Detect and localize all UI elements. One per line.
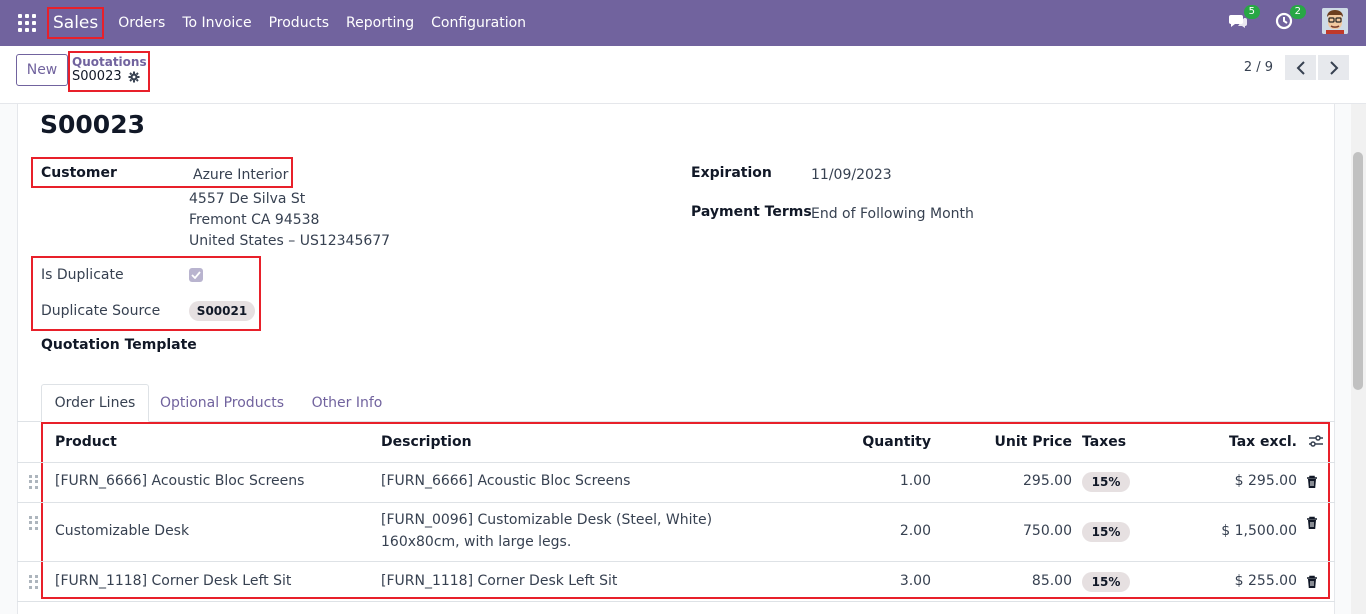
tab-optional-products[interactable]: Optional Products	[157, 384, 287, 422]
payment-terms-label: Payment Terms	[691, 204, 812, 220]
row-separator	[17, 601, 1335, 602]
row3-quantity[interactable]: 3.00	[831, 571, 931, 592]
column-header-description[interactable]: Description	[381, 434, 472, 450]
tab-order-lines[interactable]: Order Lines	[41, 384, 149, 422]
row1-description[interactable]: [FURN_6666] Acoustic Bloc Screens	[381, 471, 630, 492]
pager-next-button[interactable]	[1318, 55, 1349, 80]
scrollbar-thumb[interactable]	[1353, 152, 1363, 390]
column-header-tax-excl[interactable]: Tax excl.	[1187, 434, 1297, 450]
drag-handle-icon[interactable]	[29, 516, 39, 530]
row2-quantity[interactable]: 2.00	[831, 521, 931, 542]
customer-label: Customer	[41, 165, 117, 181]
is-duplicate-label: Is Duplicate	[41, 267, 124, 283]
breadcrumb-quotations-link[interactable]: Quotations	[72, 55, 148, 69]
drag-handle-icon[interactable]	[29, 475, 39, 489]
activities-count-badge: 2	[1289, 5, 1306, 19]
quotation-template-label: Quotation Template	[41, 337, 197, 353]
apps-grid-icon[interactable]	[18, 14, 36, 32]
row2-description-line2[interactable]: 160x80cm, with large legs.	[381, 532, 571, 553]
pager: 2 / 9	[1244, 55, 1349, 80]
payment-terms-field[interactable]: End of Following Month	[811, 206, 974, 222]
row1-tax-tag[interactable]: 15%	[1082, 472, 1130, 492]
is-duplicate-checkbox[interactable]	[189, 268, 203, 282]
row2-product[interactable]: Customizable Desk	[55, 521, 189, 542]
menu-configuration[interactable]: Configuration	[431, 15, 526, 31]
row3-subtotal: $ 255.00	[1234, 573, 1297, 589]
record-title: S00023	[40, 110, 145, 139]
row3-unit-price[interactable]: 85.00	[962, 571, 1072, 592]
tab-other-info[interactable]: Other Info	[305, 384, 389, 422]
row2-subtotal: $ 1,500.00	[1221, 523, 1297, 539]
expiration-field[interactable]: 11/09/2023	[811, 167, 892, 183]
row2-unit-price[interactable]: 750.00	[962, 521, 1072, 542]
gear-icon[interactable]	[128, 71, 140, 83]
messages-button[interactable]: 5	[1226, 5, 1260, 33]
menu-reporting[interactable]: Reporting	[346, 15, 414, 31]
app-brand-sales[interactable]: Sales	[47, 7, 105, 39]
menu-to-invoice[interactable]: To Invoice	[182, 15, 251, 31]
duplicate-source-tag[interactable]: S00021	[189, 301, 255, 321]
checkmark-icon	[191, 271, 201, 279]
row1-unit-price[interactable]: 295.00	[962, 471, 1072, 492]
row1-quantity[interactable]: 1.00	[831, 471, 931, 492]
table-header-separator	[17, 462, 1335, 463]
row-separator	[17, 561, 1335, 562]
chevron-right-icon	[1329, 60, 1338, 75]
row3-tax-tag[interactable]: 15%	[1082, 572, 1130, 592]
breadcrumb: Quotations S00023	[68, 51, 150, 92]
row3-product[interactable]: [FURN_1118] Corner Desk Left Sit	[55, 571, 291, 592]
row1-subtotal: $ 295.00	[1234, 473, 1297, 489]
column-header-taxes[interactable]: Taxes	[1082, 434, 1126, 450]
new-button[interactable]: New	[16, 54, 68, 86]
row1-product[interactable]: [FURN_6666] Acoustic Bloc Screens	[55, 471, 304, 492]
top-navbar: Sales Orders To Invoice Products Reporti…	[0, 0, 1366, 46]
chevron-left-icon	[1296, 60, 1305, 75]
drag-handle-icon[interactable]	[29, 575, 39, 589]
column-header-unit-price[interactable]: Unit Price	[962, 434, 1072, 450]
customer-address-line2: Fremont CA 94538	[189, 212, 320, 228]
user-avatar-icon	[1322, 8, 1348, 34]
column-header-quantity[interactable]: Quantity	[831, 434, 931, 450]
trash-icon[interactable]	[1306, 516, 1318, 530]
menu-orders[interactable]: Orders	[118, 15, 165, 31]
expiration-label: Expiration	[691, 165, 772, 181]
duplicate-source-label: Duplicate Source	[41, 303, 161, 319]
row2-description-line1[interactable]: [FURN_0096] Customizable Desk (Steel, Wh…	[381, 510, 712, 531]
notebook-tabs: Order Lines Optional Products Other Info	[17, 384, 1335, 422]
column-settings-icon[interactable]	[1308, 434, 1324, 448]
customer-address-line3: United States – US12345677	[189, 233, 391, 249]
control-panel: New Quotations S00023 2 / 9	[0, 46, 1366, 104]
row2-tax-tag[interactable]: 15%	[1082, 522, 1130, 542]
column-header-product[interactable]: Product	[55, 434, 117, 450]
pager-value[interactable]: 2 / 9	[1244, 60, 1273, 75]
activities-button[interactable]: 2	[1272, 5, 1306, 33]
trash-icon[interactable]	[1306, 575, 1318, 589]
customer-address-line1: 4557 De Silva St	[189, 191, 306, 207]
row3-description[interactable]: [FURN_1118] Corner Desk Left Sit	[381, 571, 617, 592]
user-avatar[interactable]	[1322, 8, 1348, 34]
menu-products[interactable]: Products	[269, 15, 329, 31]
pager-previous-button[interactable]	[1285, 55, 1316, 80]
customer-field[interactable]: Azure Interior	[193, 167, 288, 183]
navbar-systray: 5 2	[1204, 5, 1348, 34]
trash-icon[interactable]	[1306, 475, 1318, 489]
messages-count-badge: 5	[1243, 5, 1260, 19]
breadcrumb-current-record: S00023	[72, 69, 122, 84]
row-separator	[17, 502, 1335, 503]
